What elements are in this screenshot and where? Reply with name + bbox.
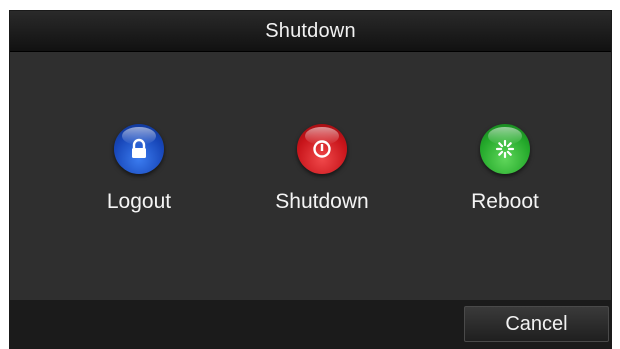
shutdown-button[interactable]: Shutdown xyxy=(247,124,397,214)
logout-button[interactable]: Logout xyxy=(64,124,214,214)
shutdown-label: Shutdown xyxy=(275,190,369,213)
dialog-body: Logout Shutdown Reboot xyxy=(10,52,611,300)
power-icon xyxy=(297,124,347,174)
reboot-icon xyxy=(480,124,530,174)
cancel-button[interactable]: Cancel xyxy=(464,306,609,342)
reboot-button[interactable]: Reboot xyxy=(430,124,580,214)
dialog-titlebar: Shutdown xyxy=(10,11,611,52)
logout-label: Logout xyxy=(106,190,172,213)
dialog-title: Shutdown xyxy=(265,19,356,42)
shutdown-dialog: Shutdown Logout Shutdown Reboot Cancel xyxy=(9,10,612,349)
dialog-footer: Cancel xyxy=(10,300,611,348)
lock-icon xyxy=(114,124,164,174)
reboot-label: Reboot xyxy=(471,190,539,213)
